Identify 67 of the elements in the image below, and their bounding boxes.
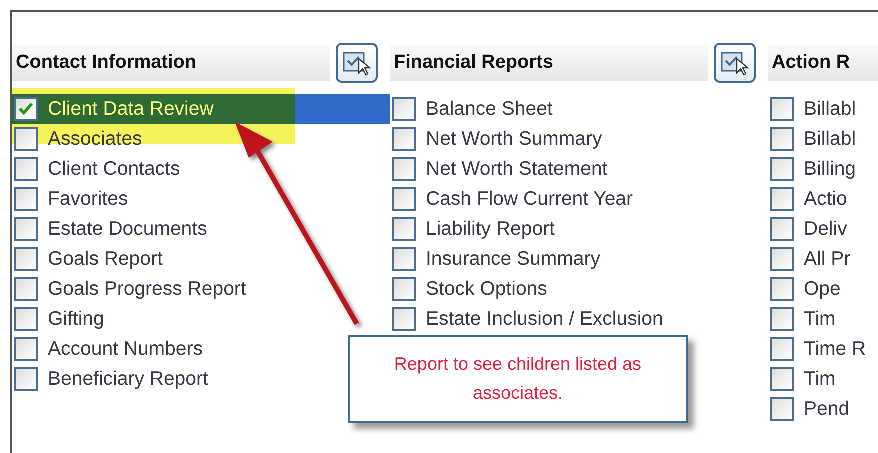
report-item[interactable]: Pend: [768, 394, 854, 424]
checkbox[interactable]: [770, 157, 794, 181]
report-item[interactable]: Liability Report: [390, 214, 559, 244]
checkbox[interactable]: [770, 337, 794, 361]
checkbox[interactable]: [392, 247, 416, 271]
report-item[interactable]: Tim: [768, 364, 840, 394]
checkbox[interactable]: [14, 307, 38, 331]
checkbox[interactable]: [770, 307, 794, 331]
checkbox[interactable]: [392, 97, 416, 121]
checkbox[interactable]: [14, 277, 38, 301]
report-item[interactable]: Client Data Review: [12, 94, 390, 124]
checkbox[interactable]: [770, 397, 794, 421]
checkbox[interactable]: [770, 277, 794, 301]
report-item[interactable]: Ope: [768, 274, 845, 304]
checkbox[interactable]: [14, 127, 38, 151]
checkbox[interactable]: [14, 217, 38, 241]
select-all-button[interactable]: [336, 43, 378, 83]
report-item[interactable]: Balance Sheet: [390, 94, 557, 124]
checkbox[interactable]: [770, 127, 794, 151]
report-item[interactable]: Goals Progress Report: [12, 274, 250, 304]
report-item[interactable]: Billabl: [768, 94, 860, 124]
report-item[interactable]: Estate Documents: [12, 214, 212, 244]
checkbox[interactable]: [14, 187, 38, 211]
report-item[interactable]: Tim: [768, 304, 840, 334]
checkbox[interactable]: [14, 247, 38, 271]
report-item[interactable]: Favorites: [12, 184, 132, 214]
checkbox-cursor-icon: [720, 50, 750, 76]
checkbox[interactable]: [14, 97, 38, 121]
report-item[interactable]: Goals Report: [12, 244, 167, 274]
report-item[interactable]: Stock Options: [390, 274, 552, 304]
checkbox-cursor-icon: [342, 50, 372, 76]
checkbox[interactable]: [14, 337, 38, 361]
report-item[interactable]: Actio: [768, 184, 852, 214]
checkbox[interactable]: [770, 247, 794, 271]
checkbox[interactable]: [14, 367, 38, 391]
callout-text: Report to see children listed as associates.: [393, 353, 643, 405]
checkbox[interactable]: [392, 187, 416, 211]
report-item[interactable]: Deliv: [768, 214, 852, 244]
checkbox[interactable]: [14, 157, 38, 181]
section-heading: Contact Information: [12, 45, 330, 81]
checkbox[interactable]: [770, 217, 794, 241]
report-item[interactable]: Net Worth Statement: [390, 154, 612, 184]
checkbox[interactable]: [770, 187, 794, 211]
checkbox[interactable]: [770, 97, 794, 121]
section-heading: Action R: [768, 45, 878, 81]
report-item[interactable]: Estate Inclusion / Exclusion: [390, 304, 668, 334]
report-item[interactable]: Account Numbers: [12, 334, 207, 364]
checkbox[interactable]: [392, 127, 416, 151]
check-icon: [18, 102, 34, 116]
report-item[interactable]: Beneficiary Report: [12, 364, 212, 394]
report-item[interactable]: Time R: [768, 334, 870, 364]
report-item[interactable]: Cash Flow Current Year: [390, 184, 638, 214]
report-item[interactable]: Associates: [12, 124, 146, 154]
report-item[interactable]: All Pr: [768, 244, 855, 274]
checkbox[interactable]: [392, 277, 416, 301]
checkbox[interactable]: [392, 157, 416, 181]
section-heading: Financial Reports: [390, 45, 708, 81]
select-all-button[interactable]: [714, 43, 756, 83]
report-item[interactable]: Insurance Summary: [390, 244, 604, 274]
checkbox[interactable]: [770, 367, 794, 391]
report-item[interactable]: Billing: [768, 154, 860, 184]
report-item[interactable]: Client Contacts: [12, 154, 184, 184]
checkbox[interactable]: [392, 217, 416, 241]
report-item[interactable]: Gifting: [12, 304, 108, 334]
report-item[interactable]: Billabl: [768, 124, 860, 154]
report-item[interactable]: Net Worth Summary: [390, 124, 606, 154]
checkbox[interactable]: [392, 307, 416, 331]
